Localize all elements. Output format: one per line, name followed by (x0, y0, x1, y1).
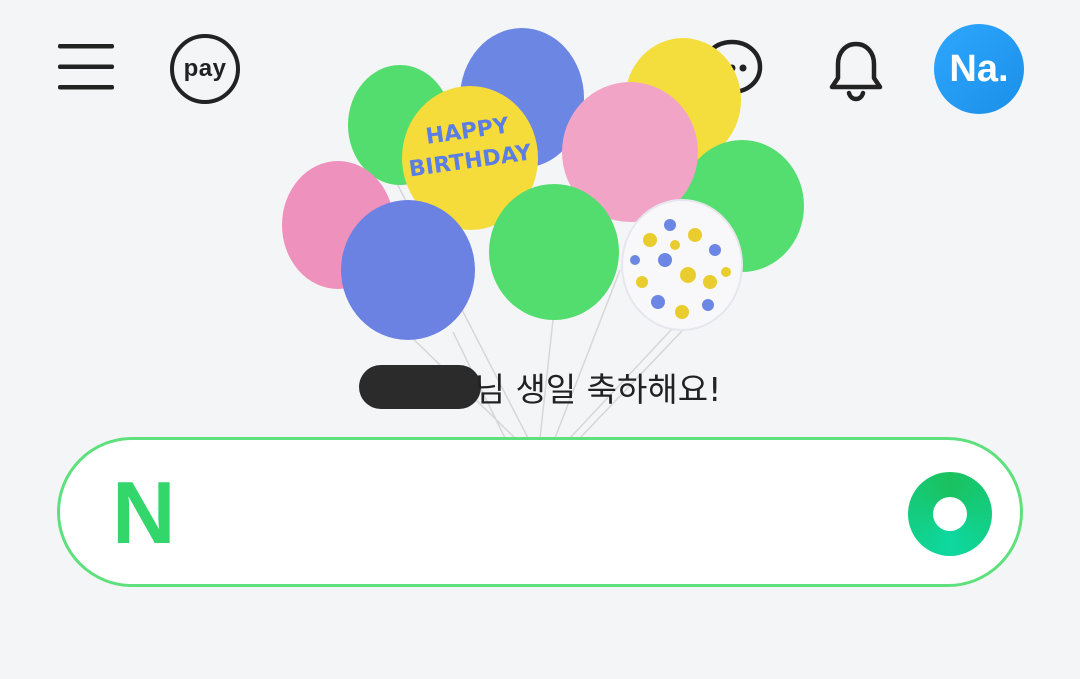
confetti-balloon (621, 199, 743, 331)
greeting-text: 님 생일 축하해요! (474, 370, 722, 409)
pay-label: pay (183, 55, 227, 82)
birthday-greeting: 님 생일 축하해요! (340, 362, 740, 412)
green-dot-button[interactable] (908, 472, 992, 556)
green-dot-icon (933, 497, 967, 531)
bell-icon (829, 41, 883, 102)
balloon (341, 200, 475, 340)
avatar-label: Na. (949, 47, 1009, 90)
pay-button[interactable]: pay (166, 31, 244, 107)
search-input[interactable] (230, 480, 874, 550)
redacted-user-name (358, 365, 481, 409)
naver-logo: N (112, 463, 176, 562)
notification-button[interactable] (820, 36, 892, 104)
menu-icon (58, 44, 114, 90)
balloon (489, 184, 619, 320)
pay-icon: pay (170, 34, 240, 104)
avatar[interactable]: Na. (934, 24, 1024, 114)
menu-button[interactable] (50, 35, 122, 99)
search-bar[interactable]: N (57, 437, 1023, 587)
